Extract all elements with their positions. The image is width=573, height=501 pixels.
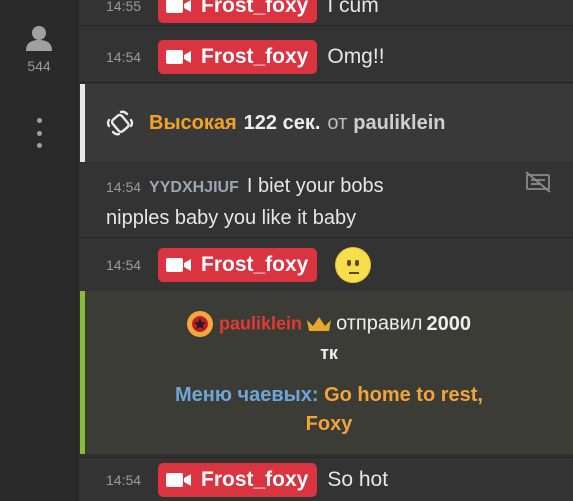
username[interactable]: YYDXHJIUF [149,179,239,196]
message-time: 14:54 [106,257,142,273]
video-camera-icon [166,50,191,64]
tipper-username[interactable]: pauliklein [219,314,302,334]
video-camera-icon [166,473,191,487]
message-text: I biet your bobs [246,175,384,197]
tip-unit: тк [320,343,338,363]
more-vertical-icon[interactable] [28,118,50,148]
video-camera-icon [166,258,191,272]
vibration-level: Высокая [149,111,237,134]
chat-message: 14:54 Frost_foxy Omg!! [80,31,573,83]
left-rail: 544 [0,0,78,501]
chat-message: 14:54 YYDXHJIUF I biet your bobs nipples b… [80,163,573,238]
message-time: 14:54 [106,179,142,195]
username: Frost_foxy [201,468,309,491]
user-badge[interactable]: Frost_foxy [158,40,318,74]
username: Frost_foxy [201,45,309,68]
vibration-notice: Высокая 122 сек. от pauliklein [80,84,573,162]
tip-menu-label: Меню чаевых: [175,384,319,406]
viewer-counter: 544 [0,24,78,74]
message-time: 14:54 [106,472,142,488]
message-text: Omg!! [327,45,385,68]
vibration-duration: 122 сек. [243,111,321,134]
message-time: 14:55 [106,0,142,14]
message-text: So hot [327,468,389,491]
user-badge[interactable]: Frost_foxy [158,248,318,282]
message-text-line-2: nipples baby you like it baby [106,207,357,229]
tipper-username[interactable]: pauliklein [353,112,445,135]
user-badge[interactable]: Frost_foxy [158,0,318,23]
chat-message: 14:54 Frost_foxy [80,239,573,291]
message-time: 14:54 [106,49,142,65]
chat-message: 14:54 Frost_foxy So hot [80,457,573,501]
username: Frost_foxy [201,253,309,276]
tip-action: отправил [336,312,423,335]
username: Frost_foxy [201,0,309,17]
chat-message: 14:55 Frost_foxy I cum [80,0,573,26]
tip-notice: pauliklein отправил 2000 тк Меню чаевых: G… [80,291,573,454]
message-text: I cum [327,0,379,17]
slightly-smiling-face-icon [335,247,372,283]
viewer-count: 544 [27,58,51,74]
tip-menu-value: Go home to rest, [324,384,483,406]
star-badge-icon [187,311,214,337]
tip-menu-value-line-2: Foxy [305,413,353,435]
tip-amount: 2000 [426,312,471,335]
from-label: от [327,111,348,134]
user-badge[interactable]: Frost_foxy [158,463,318,497]
user-icon [26,26,52,51]
crown-icon [307,317,332,331]
hide-message-icon[interactable] [525,171,551,193]
video-camera-icon [166,0,191,13]
chat-feed: 14:55 Frost_foxy I cum 14:54 Frost_foxy … [80,0,573,501]
vibration-icon [106,110,134,136]
